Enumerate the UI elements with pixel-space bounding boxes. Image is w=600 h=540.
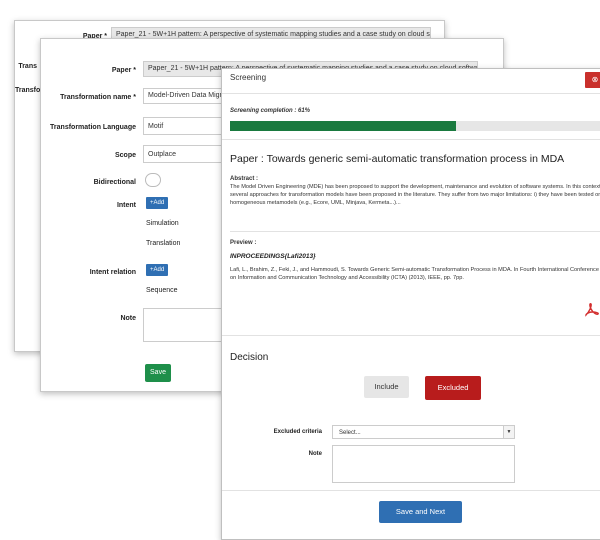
- excluded-criteria-select[interactable]: Select... ▼: [332, 425, 515, 439]
- progress-fill: [230, 121, 456, 131]
- divider: [222, 139, 600, 140]
- intent-item: Translation: [146, 240, 181, 247]
- note-label: Note: [308, 451, 322, 457]
- excluded-criteria-label: Excluded criteria: [273, 429, 322, 435]
- note-textarea[interactable]: [143, 308, 223, 342]
- transformation-name-input[interactable]: Model-Driven Data Migra: [143, 88, 223, 104]
- intent-label: Intent: [116, 202, 136, 209]
- divider: [222, 93, 600, 94]
- progress-bar: [230, 121, 600, 131]
- close-button[interactable]: ⊗: [585, 72, 600, 88]
- bidirectional-label: Bidirectional: [93, 179, 136, 186]
- close-icon: ⊗: [591, 75, 599, 84]
- intent-relation-label: Intent relation: [89, 269, 136, 276]
- chevron-down-icon: ▼: [503, 426, 514, 438]
- excluded-criteria-value: Select...: [339, 430, 361, 436]
- divider: [222, 490, 600, 491]
- bidirectional-toggle[interactable]: [145, 173, 161, 187]
- note-textarea[interactable]: [332, 445, 515, 483]
- pdf-icon[interactable]: [584, 303, 600, 317]
- note-label: Note: [120, 315, 136, 322]
- include-button[interactable]: Include: [364, 376, 409, 398]
- paper-label: Paper *: [111, 67, 136, 74]
- preview-key: INPROCEEDINGS{Lafi2013}: [230, 253, 316, 260]
- save-and-next-button[interactable]: Save and Next: [379, 501, 462, 523]
- save-button[interactable]: Save: [145, 364, 171, 382]
- transformation-language-input[interactable]: Motif: [143, 117, 223, 135]
- divider: [222, 335, 600, 336]
- intent-relation-item: Sequence: [146, 287, 178, 294]
- completion-text: Screening completion : 61%: [230, 108, 311, 114]
- scope-label: Scope: [114, 152, 136, 159]
- intent-add-button[interactable]: +Add: [146, 197, 169, 209]
- transfor-label: Transfor: [15, 87, 44, 94]
- paper-title: Paper : Towards generic semi-automatic t…: [230, 153, 565, 165]
- abstract-label: Abstract :: [230, 176, 259, 182]
- trans-label: Trans: [18, 63, 37, 70]
- preview-label: Preview :: [230, 240, 257, 246]
- preview-citation: Lafi, L., Brahim, Z., Feki, J., and Hamm…: [230, 267, 599, 281]
- intent-item: Simulation: [146, 220, 179, 227]
- decision-heading: Decision: [230, 352, 269, 363]
- divider: [230, 231, 600, 232]
- screening-dialog: Screening ⊗ Screening completion : 61% P…: [221, 68, 600, 540]
- transformation-name-label: Transformation name *: [60, 94, 136, 101]
- abstract-text: The Model Driven Engineering (MDE) has b…: [230, 184, 600, 206]
- intent-relation-add-button[interactable]: +Add: [146, 264, 169, 276]
- dialog-title: Screening: [230, 73, 267, 82]
- transformation-language-label: Transformation Language: [50, 124, 136, 131]
- excluded-button[interactable]: Excluded: [425, 376, 481, 400]
- scope-input[interactable]: Outplace: [143, 145, 223, 163]
